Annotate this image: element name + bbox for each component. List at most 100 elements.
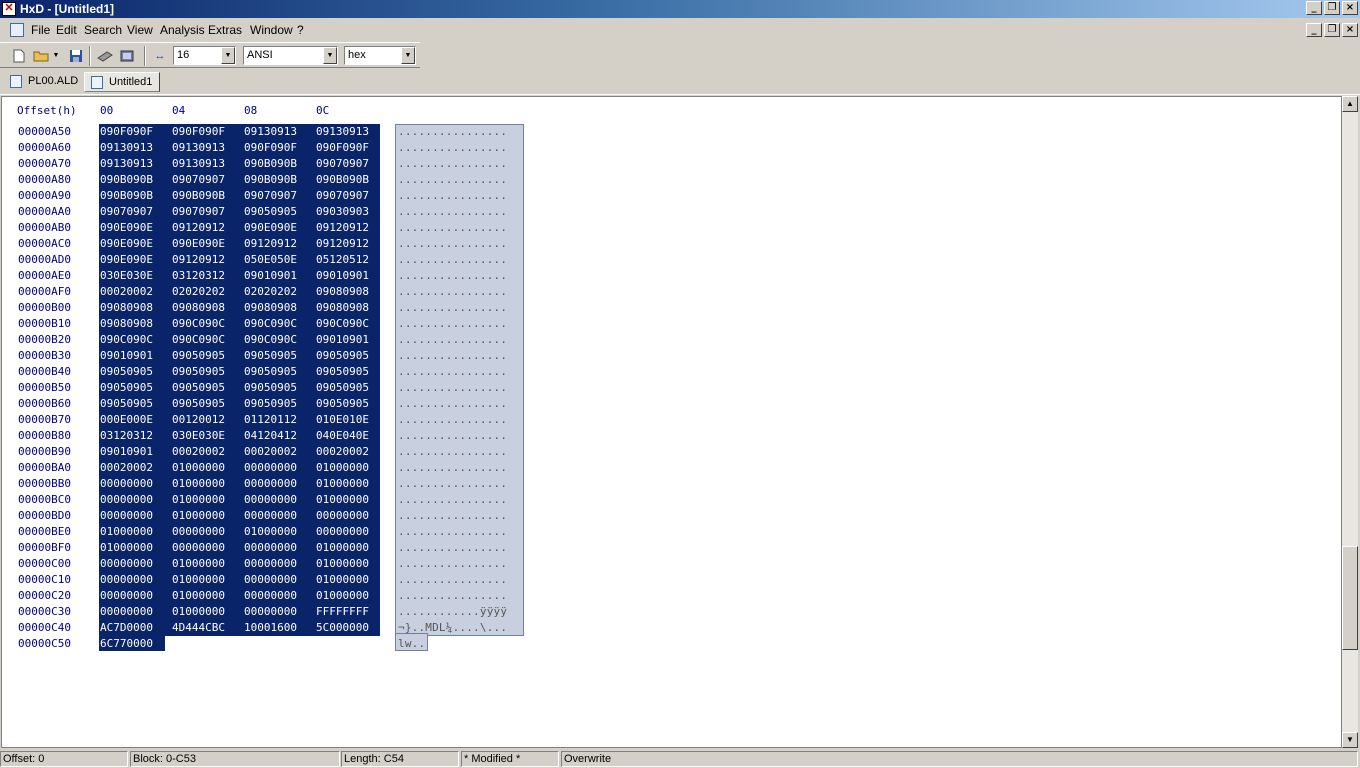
- hex-group[interactable]: 00000000: [244, 604, 297, 620]
- hex-group[interactable]: 00000000: [100, 556, 153, 572]
- ascii-text[interactable]: ................: [398, 460, 507, 476]
- minimize-button[interactable]: _: [1306, 1, 1322, 15]
- hex-group[interactable]: 00000000: [244, 460, 297, 476]
- hex-group[interactable]: 090E090E: [100, 252, 153, 268]
- hex-group[interactable]: 00020002: [172, 444, 225, 460]
- scroll-down-icon[interactable]: ▼: [1342, 732, 1358, 748]
- hex-group[interactable]: 090E090E: [172, 236, 225, 252]
- hex-group[interactable]: 090F090F: [172, 124, 225, 140]
- ascii-text[interactable]: ............ÿÿÿÿ: [398, 604, 507, 620]
- new-file-icon[interactable]: [10, 47, 28, 64]
- hex-group[interactable]: 05120512: [316, 252, 369, 268]
- hex-group[interactable]: 00000000: [316, 524, 369, 540]
- close-button[interactable]: ×: [1342, 1, 1358, 15]
- hex-group[interactable]: 00120012: [172, 412, 225, 428]
- hex-group[interactable]: 09050905: [100, 380, 153, 396]
- hex-group[interactable]: 01000000: [172, 508, 225, 524]
- doc-close-button[interactable]: ×: [1342, 23, 1358, 37]
- menu-edit[interactable]: Edit: [56, 23, 77, 37]
- hex-group[interactable]: 01000000: [316, 492, 369, 508]
- scroll-thumb[interactable]: [1342, 546, 1358, 650]
- hex-group[interactable]: 09120912: [172, 220, 225, 236]
- hex-group[interactable]: 09010901: [316, 332, 369, 348]
- chevron-down-icon[interactable]: ▼: [221, 47, 235, 64]
- hex-group[interactable]: 01000000: [172, 492, 225, 508]
- hex-group[interactable]: 01000000: [100, 540, 153, 556]
- ascii-text[interactable]: ................: [398, 220, 507, 236]
- hex-group[interactable]: 10001600: [244, 620, 297, 636]
- hex-group[interactable]: 030E030E: [100, 268, 153, 284]
- ascii-text[interactable]: ................: [398, 444, 507, 460]
- ascii-text[interactable]: ................: [398, 476, 507, 492]
- hex-group[interactable]: 00000000: [100, 476, 153, 492]
- menu-view[interactable]: View: [127, 23, 153, 37]
- save-icon[interactable]: [67, 47, 85, 64]
- hex-group[interactable]: 00000000: [172, 540, 225, 556]
- ascii-text[interactable]: lw..: [398, 636, 425, 652]
- hex-group[interactable]: 090C090C: [100, 332, 153, 348]
- tab-pl00-ald[interactable]: PL00.ALD: [4, 72, 82, 92]
- maximize-button[interactable]: ❐: [1324, 1, 1340, 15]
- hex-group[interactable]: 00000000: [244, 540, 297, 556]
- hex-group[interactable]: 00020002: [316, 444, 369, 460]
- hex-editor-view[interactable]: Offset(h) 00 04 08 0C 00000A50 090F090F 09…: [1, 96, 1342, 748]
- hex-group[interactable]: 010E010E: [316, 412, 369, 428]
- hex-group[interactable]: 09130913: [100, 140, 153, 156]
- scroll-up-icon[interactable]: ▲: [1342, 96, 1358, 112]
- ascii-text[interactable]: ................: [398, 508, 507, 524]
- hex-group[interactable]: 09050905: [316, 364, 369, 380]
- ascii-text[interactable]: ................: [398, 172, 507, 188]
- hex-group[interactable]: 02020202: [244, 284, 297, 300]
- hex-group[interactable]: 01000000: [100, 524, 153, 540]
- hex-group[interactable]: 090B090B: [100, 188, 153, 204]
- ascii-text[interactable]: ................: [398, 316, 507, 332]
- ascii-text[interactable]: ................: [398, 588, 507, 604]
- hex-group[interactable]: 09070907: [244, 188, 297, 204]
- offset-base-select[interactable]: hex ▼: [344, 46, 416, 65]
- hex-group[interactable]: 01000000: [316, 556, 369, 572]
- hex-group[interactable]: 02020202: [172, 284, 225, 300]
- hex-group[interactable]: 09010901: [100, 444, 153, 460]
- hex-group[interactable]: 03120312: [172, 268, 225, 284]
- menu-search[interactable]: Search: [84, 23, 122, 37]
- hex-group[interactable]: 00000000: [100, 588, 153, 604]
- hex-group[interactable]: AC7D0000: [100, 620, 153, 636]
- hex-group[interactable]: 09050905: [100, 364, 153, 380]
- bytes-per-row-select[interactable]: 16 ▼: [173, 46, 236, 65]
- hex-group[interactable]: 050E050E: [244, 252, 297, 268]
- hex-group[interactable]: 00000000: [100, 508, 153, 524]
- hex-group[interactable]: 00000000: [100, 572, 153, 588]
- hex-group[interactable]: 090C090C: [172, 332, 225, 348]
- ascii-text[interactable]: ................: [398, 428, 507, 444]
- ascii-text[interactable]: ................: [398, 236, 507, 252]
- hex-group[interactable]: 01000000: [172, 476, 225, 492]
- hex-group[interactable]: 030E030E: [172, 428, 225, 444]
- hex-group[interactable]: 09070907: [172, 172, 225, 188]
- hex-group[interactable]: 00020002: [244, 444, 297, 460]
- hex-group[interactable]: 090B090B: [316, 172, 369, 188]
- hex-group[interactable]: 090F090F: [244, 140, 297, 156]
- hex-group[interactable]: 09050905: [244, 380, 297, 396]
- hex-group[interactable]: 01000000: [316, 572, 369, 588]
- menu-file[interactable]: File: [31, 23, 50, 37]
- hex-group[interactable]: 09050905: [244, 348, 297, 364]
- disk-editor-icon[interactable]: [96, 47, 114, 64]
- hex-group[interactable]: 6C770000: [100, 636, 153, 652]
- ascii-text[interactable]: ................: [398, 396, 507, 412]
- hex-group[interactable]: 090B090B: [244, 172, 297, 188]
- hex-group[interactable]: 040E040E: [316, 428, 369, 444]
- hex-group[interactable]: 00000000: [244, 556, 297, 572]
- document-icon[interactable]: [10, 23, 24, 37]
- hex-group[interactable]: 09050905: [316, 396, 369, 412]
- ascii-text[interactable]: ................: [398, 124, 507, 140]
- hex-group[interactable]: 01000000: [172, 604, 225, 620]
- menu-analysis[interactable]: Analysis: [160, 23, 205, 37]
- hex-group[interactable]: 09120912: [316, 236, 369, 252]
- hex-group[interactable]: 00000000: [244, 588, 297, 604]
- ascii-text[interactable]: ................: [398, 572, 507, 588]
- ascii-text[interactable]: ................: [398, 156, 507, 172]
- hex-group[interactable]: 4D444CBC: [172, 620, 225, 636]
- hxd-app-icon[interactable]: ✕: [2, 2, 16, 16]
- hex-group[interactable]: 09050905: [172, 380, 225, 396]
- hex-group[interactable]: 01000000: [316, 460, 369, 476]
